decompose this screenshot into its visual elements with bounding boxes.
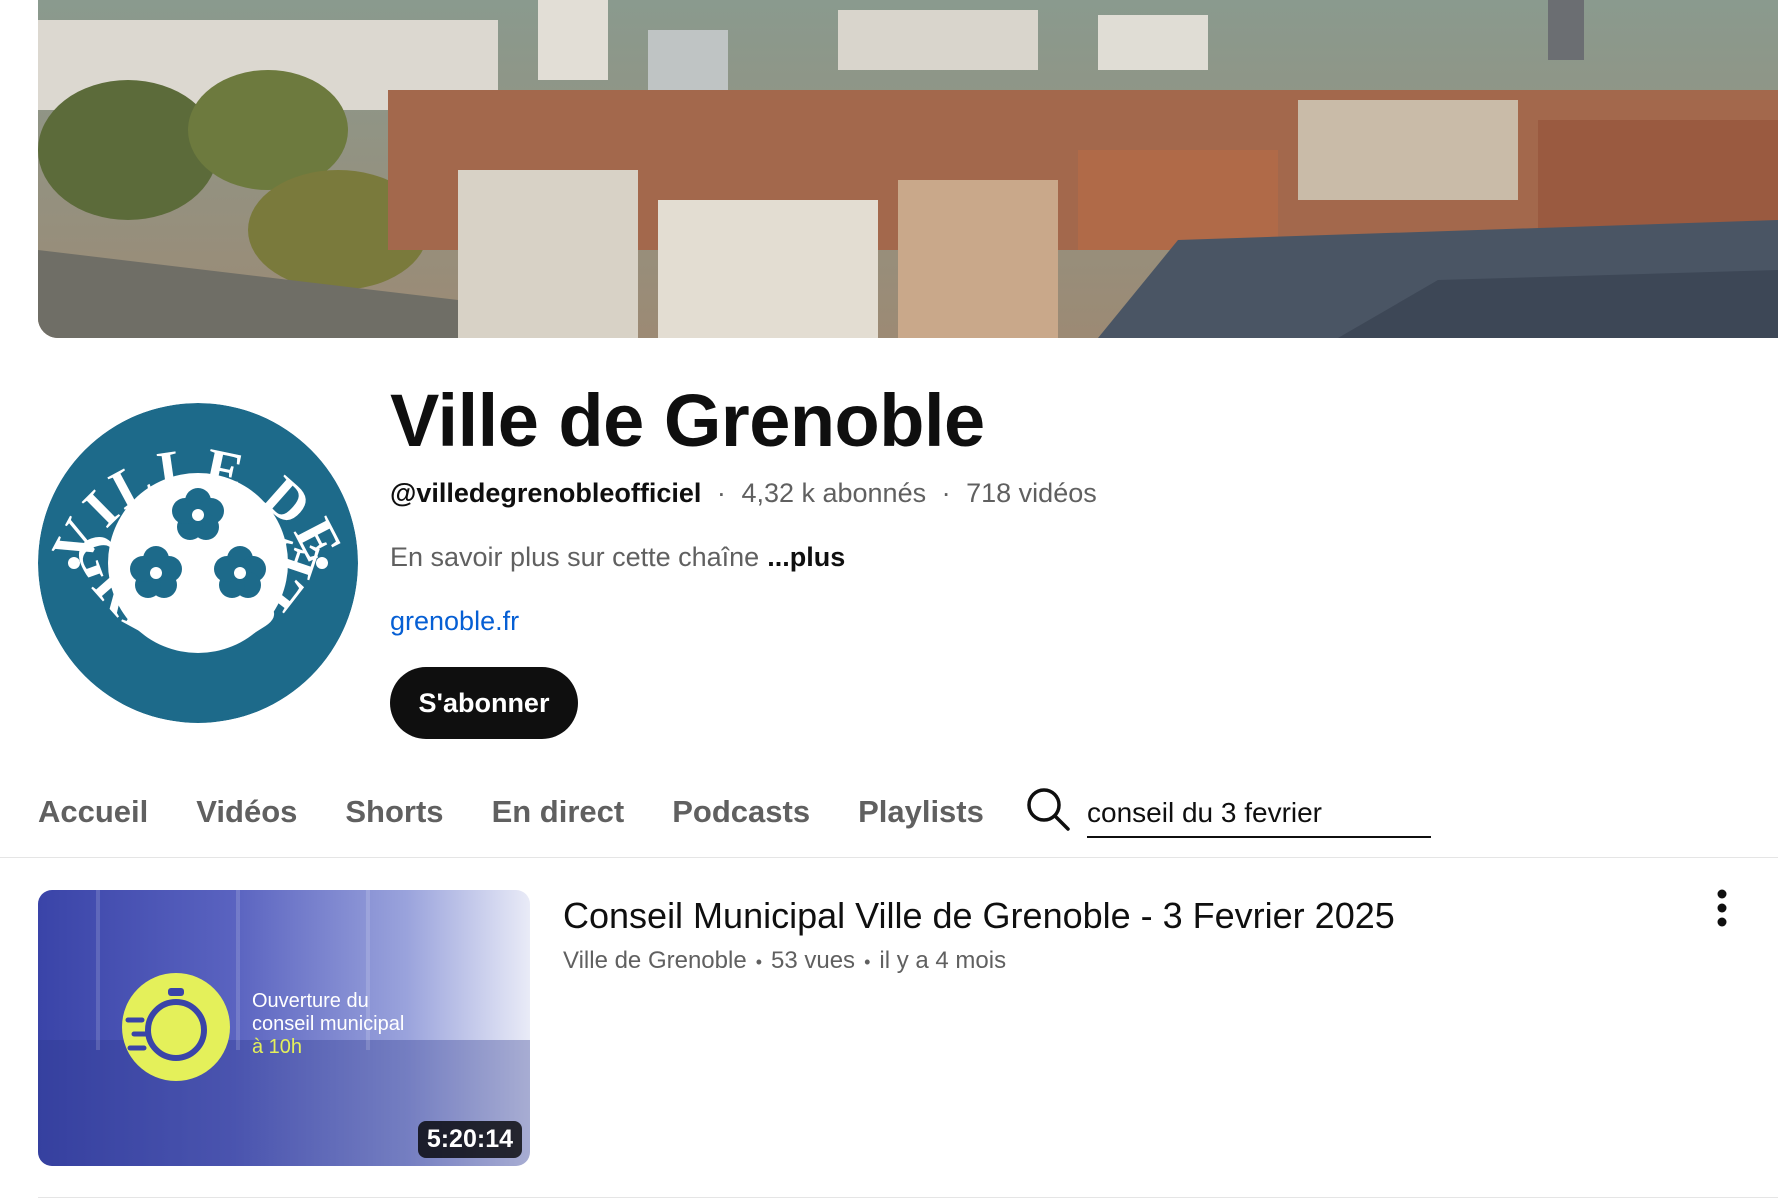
- tab-videos[interactable]: Vidéos: [196, 794, 297, 830]
- tab-podcasts[interactable]: Podcasts: [672, 794, 810, 830]
- channel-about[interactable]: En savoir plus sur cette chaîne ...plus: [390, 542, 845, 573]
- meta-separator: ·: [716, 478, 726, 508]
- ville-de-grenoble-logo: VILLE DE GRENOBLE: [38, 403, 358, 723]
- video-channel-name[interactable]: Ville de Grenoble: [563, 947, 747, 974]
- about-text: En savoir plus sur cette chaîne: [390, 542, 760, 572]
- channel-banner: [38, 0, 1778, 338]
- tab-accueil[interactable]: Accueil: [38, 794, 148, 830]
- more-vert-icon: [1717, 889, 1727, 927]
- video-thumbnail[interactable]: Ouverture du conseil municipal à 10h 5:2…: [38, 890, 530, 1166]
- thumbnail-caption: Ouverture du conseil municipal à 10h: [252, 990, 404, 1059]
- more-actions-button[interactable]: [1700, 884, 1744, 932]
- about-more-link[interactable]: ...plus: [767, 542, 845, 572]
- tab-shorts[interactable]: Shorts: [345, 794, 443, 830]
- channel-search-input[interactable]: [1087, 790, 1431, 838]
- tab-playlists[interactable]: Playlists: [858, 794, 984, 830]
- channel-title: Ville de Grenoble: [390, 379, 985, 462]
- thumbnail-caption-line: Ouverture du: [252, 990, 369, 1012]
- channel-tabs: Accueil Vidéos Shorts En direct Podcasts…: [38, 786, 984, 838]
- video-views: 53 vues: [771, 947, 856, 974]
- video-age: il y a 4 mois: [879, 947, 1007, 974]
- tabs-divider: [0, 857, 1778, 858]
- video-duration-badge: 5:20:14: [417, 1121, 522, 1158]
- video-meta: Ville de Grenoble • 53 vues • il y a 4 mois: [563, 947, 1007, 974]
- thumbnail-caption-line: à 10h: [252, 1036, 303, 1058]
- result-divider: [38, 1197, 1778, 1198]
- thumbnail-caption-line: conseil municipal: [252, 1013, 405, 1035]
- banner-image: [38, 0, 1778, 338]
- subscriber-count: 4,32 k abonnés: [741, 478, 927, 508]
- channel-handle: @villedegrenobleofficiel: [390, 478, 702, 508]
- video-title[interactable]: Conseil Municipal Ville de Grenoble - 3 …: [563, 895, 1395, 937]
- channel-website-link[interactable]: grenoble.fr: [390, 606, 519, 637]
- channel-meta: @villedegrenobleofficiel · 4,32 k abonné…: [390, 478, 1097, 509]
- tab-en-direct[interactable]: En direct: [492, 794, 625, 830]
- channel-page: VILLE DE GRENOBLE Ville de Grenoble @vil…: [0, 0, 1778, 1200]
- search-icon[interactable]: [1025, 786, 1071, 832]
- meta-separator: ·: [941, 478, 951, 508]
- subscribe-button[interactable]: S'abonner: [390, 667, 578, 739]
- channel-avatar[interactable]: VILLE DE GRENOBLE: [38, 403, 358, 723]
- video-count: 718 vidéos: [966, 478, 1097, 508]
